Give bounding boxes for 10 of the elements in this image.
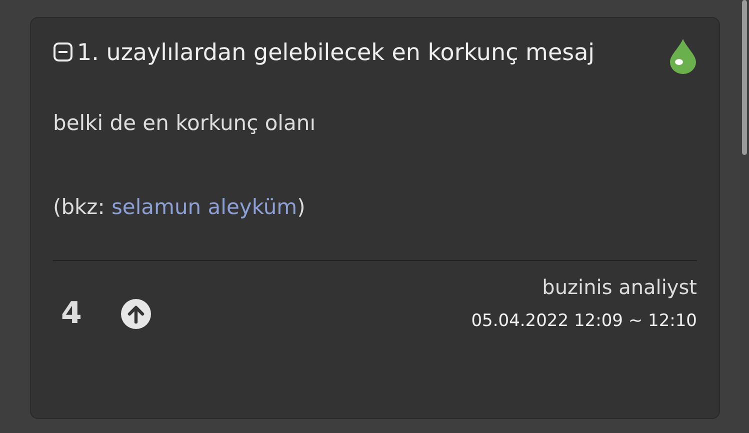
author-name[interactable]: buzinis analiyst [542,275,697,299]
entry-text: (bkz: selamun aleyküm) [53,194,306,221]
entry-date[interactable]: 05.04.2022 12:09 ~ 12:10 [471,311,697,331]
entry-title[interactable]: 1. uzaylılardan gelebilecek en korkunç mesaj [53,38,633,68]
upvote-icon[interactable] [120,298,152,330]
reference-link[interactable]: selamun aleyküm [111,195,298,219]
vote-count: 4 [61,296,82,331]
collapse-icon[interactable] [53,42,73,62]
entry-text: belki de en korkunç olanı [53,110,317,137]
drop-icon [669,38,697,74]
